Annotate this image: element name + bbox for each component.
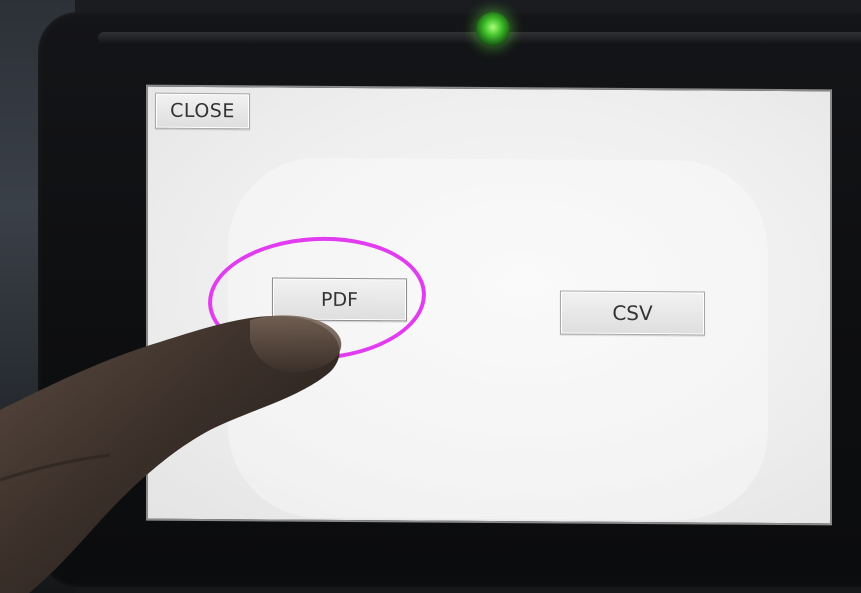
device-photo: CLOSE PDF CSV bbox=[0, 0, 861, 593]
status-led-icon bbox=[476, 12, 510, 46]
pointing-finger bbox=[0, 315, 342, 593]
csv-button[interactable]: CSV bbox=[560, 290, 705, 336]
close-button[interactable]: CLOSE bbox=[155, 92, 250, 130]
